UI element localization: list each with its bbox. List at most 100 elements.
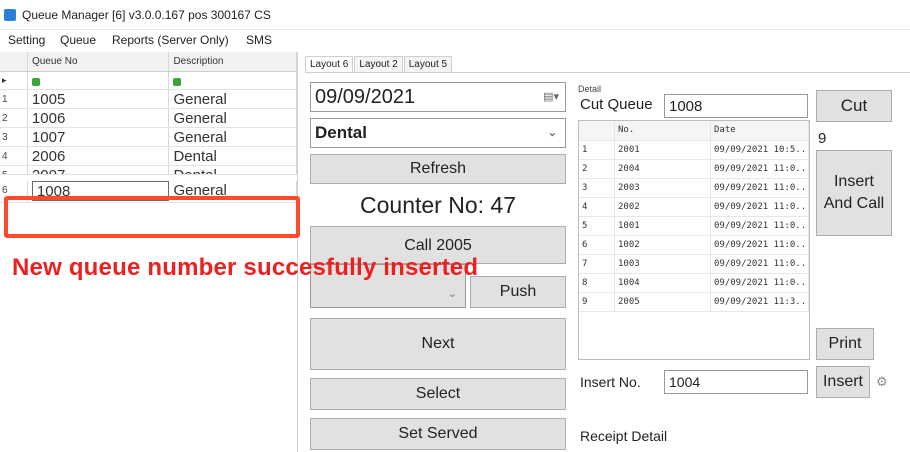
queue-no-cell[interactable]: 2006 — [28, 147, 170, 165]
no-cell[interactable]: 2005 — [615, 293, 711, 311]
insert-no-input[interactable]: 1004 — [664, 370, 808, 394]
date-cell[interactable]: 09/09/2021 11:0... — [711, 255, 809, 273]
table-row[interactable]: 6 1002 09/09/2021 11:0... — [579, 236, 809, 255]
table-row-current[interactable]: 8 1004 09/09/2021 11:0... — [579, 274, 809, 293]
gear-icon[interactable]: ⚙ — [876, 374, 888, 390]
row-number: 3 — [0, 128, 28, 146]
date-cell[interactable]: 09/09/2021 11:0... — [711, 274, 809, 292]
count-label: 9 — [818, 130, 827, 147]
no-cell[interactable]: 1001 — [615, 217, 711, 235]
detail-grid: No. Date 1 2001 09/09/2021 10:5... 2 2004 09… — [578, 120, 810, 360]
refresh-button[interactable]: Refresh — [310, 154, 566, 184]
no-cell[interactable]: 2001 — [615, 141, 711, 159]
date-cell[interactable]: 09/09/2021 10:5... — [711, 141, 809, 159]
tab-layout-5[interactable]: Layout 5 — [403, 56, 453, 72]
menu-sms[interactable]: SMS — [246, 33, 272, 47]
description-cell[interactable]: General — [169, 109, 297, 127]
cut-button[interactable]: Cut — [816, 90, 892, 122]
grid-header: Queue No Description — [0, 52, 298, 72]
counter-label: Counter No: 47 — [360, 192, 516, 218]
date-cell[interactable]: 09/09/2021 11:3... — [711, 293, 809, 311]
cut-queue-label: Cut Queue — [580, 96, 653, 113]
queue-no-cell[interactable]: 2007 — [28, 166, 170, 174]
department-value: Dental — [315, 123, 367, 142]
print-button[interactable]: Print — [816, 328, 874, 360]
table-row[interactable]: 4 2006 Dental — [0, 147, 297, 166]
insert-button[interactable]: Insert — [816, 366, 870, 398]
row-number: 6 — [579, 236, 615, 254]
queue-no-cell[interactable]: 1005 — [28, 90, 170, 108]
table-row[interactable]: 9 2005 09/09/2021 11:3... — [579, 293, 809, 312]
table-row[interactable]: 7 1003 09/09/2021 11:0... — [579, 255, 809, 274]
row-number: 4 — [579, 198, 615, 216]
table-row[interactable]: 5 2007 Dental — [0, 166, 297, 175]
no-cell[interactable]: 2003 — [615, 179, 711, 197]
layout-tabs: Layout 6 Layout 2 Layout 5 — [305, 56, 453, 72]
date-cell[interactable]: 09/09/2021 11:0... — [711, 217, 809, 235]
no-cell[interactable]: 2004 — [615, 160, 711, 178]
table-row[interactable]: 4 2002 09/09/2021 11:0... — [579, 198, 809, 217]
row-number: 4 — [0, 147, 28, 165]
no-cell[interactable]: 1003 — [615, 255, 711, 273]
row-indicator-arrow: ▸ — [0, 72, 28, 89]
table-row[interactable]: 3 2003 09/09/2021 11:0... — [579, 179, 809, 198]
row-number: 7 — [579, 255, 615, 273]
row-number: 1 — [579, 141, 615, 159]
receipt-detail-label: Receipt Detail — [580, 428, 668, 444]
table-row[interactable]: 1 1005 General — [0, 90, 297, 109]
date-cell[interactable]: 09/09/2021 11:0... — [711, 198, 809, 216]
tab-layout-2[interactable]: Layout 2 — [354, 56, 403, 72]
description-cell[interactable]: Dental — [169, 166, 297, 174]
no-cell[interactable]: 1002 — [615, 236, 711, 254]
tab-layout-6[interactable]: Layout 6 — [305, 56, 354, 72]
row-number: 9 — [579, 293, 615, 311]
date-cell[interactable]: 09/09/2021 11:0... — [711, 179, 809, 197]
table-row[interactable]: 2 1006 General — [0, 109, 297, 128]
insert-and-call-button[interactable]: Insert And Call — [816, 150, 892, 236]
chevron-down-icon: ⌄ — [547, 127, 557, 139]
row-number: 8 — [579, 274, 615, 292]
row-number: 2 — [579, 160, 615, 178]
row-number: 5 — [579, 217, 615, 235]
no-cell[interactable]: 2002 — [615, 198, 711, 216]
queue-grid: Queue No Description ▸ 1 1005 General 2 … — [0, 52, 298, 452]
calendar-dropdown-icon[interactable]: ▤▾ — [543, 90, 559, 103]
date-cell[interactable]: 09/09/2021 11:0... — [711, 236, 809, 254]
menu-reports[interactable]: Reports (Server Only) — [112, 33, 229, 47]
column-header-description[interactable]: Description — [169, 52, 298, 71]
queue-no-cell[interactable]: 1007 — [28, 128, 170, 146]
row-header-corner — [0, 52, 28, 71]
push-button[interactable]: Push — [470, 276, 566, 308]
set-served-button[interactable]: Set Served — [310, 418, 566, 450]
row-number: 1 — [0, 90, 28, 108]
row-header-corner — [579, 121, 615, 140]
department-select[interactable]: Dental ⌄ — [310, 118, 566, 148]
insert-no-label: Insert No. — [580, 374, 641, 390]
no-cell[interactable]: 1004 — [615, 274, 711, 292]
date-picker[interactable]: 09/09/2021 ▤▾ — [310, 82, 566, 112]
app-icon — [4, 9, 16, 21]
window-title: Queue Manager [6] v3.0.0.167 pos 300167 … — [22, 8, 271, 22]
new-row-plus-icon — [28, 72, 170, 89]
row-number: 2 — [0, 109, 28, 127]
description-cell[interactable]: Dental — [169, 147, 297, 165]
detail-group-label: Detail — [578, 84, 602, 94]
next-button[interactable]: Next — [310, 318, 566, 370]
description-cell[interactable]: General — [169, 128, 297, 146]
date-cell[interactable]: 09/09/2021 11:0... — [711, 160, 809, 178]
table-row[interactable]: 2 2004 09/09/2021 11:0... — [579, 160, 809, 179]
menu-setting[interactable]: Setting — [8, 33, 45, 47]
table-row[interactable]: 3 1007 General — [0, 128, 297, 147]
queue-no-cell[interactable]: 1006 — [28, 109, 170, 127]
table-row[interactable]: 5 1001 09/09/2021 11:0... — [579, 217, 809, 236]
column-header-date[interactable]: Date — [711, 121, 809, 140]
column-header-queue-no[interactable]: Queue No — [28, 52, 170, 71]
cut-queue-input[interactable]: 1008 — [664, 94, 808, 118]
menu-queue[interactable]: Queue — [60, 33, 96, 47]
description-cell[interactable]: General — [169, 90, 297, 108]
table-row[interactable]: 1 2001 09/09/2021 10:5... — [579, 141, 809, 160]
new-row-plus-icon — [169, 72, 297, 89]
select-button[interactable]: Select — [310, 378, 566, 410]
column-header-no[interactable]: No. — [615, 121, 711, 140]
new-row[interactable]: ▸ — [0, 72, 297, 90]
